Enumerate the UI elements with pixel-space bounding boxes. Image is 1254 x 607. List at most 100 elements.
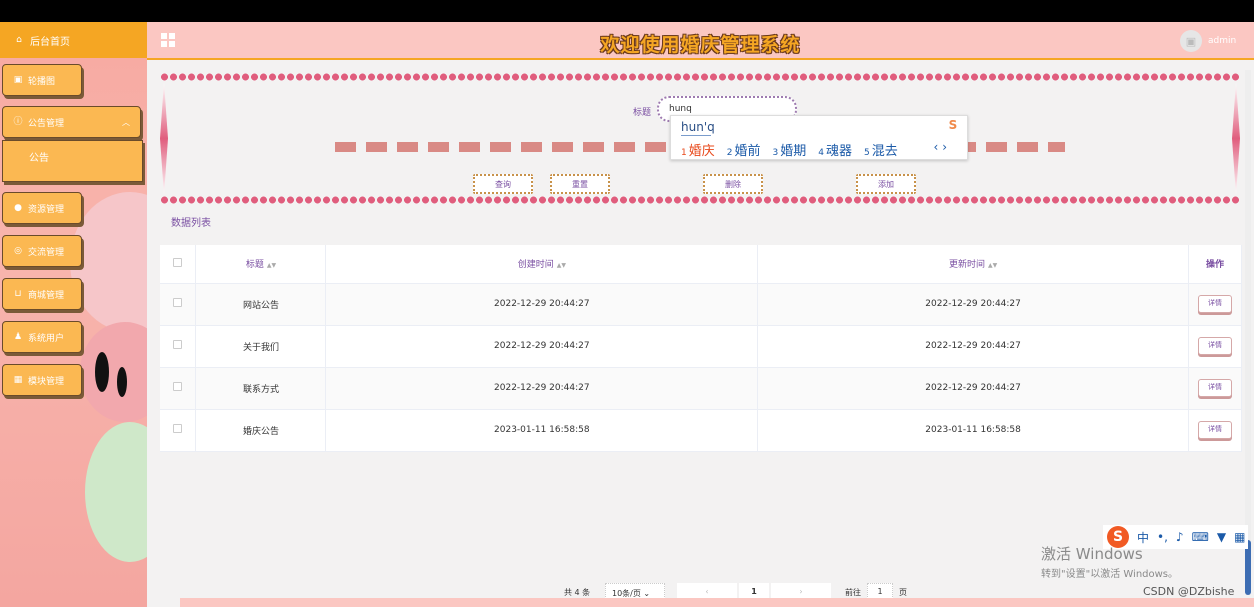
keyboard-icon[interactable]: ⌨ [1192,530,1209,544]
ime-candidate[interactable]: 2 婚前 [727,140,761,159]
sidebar-item-carousel[interactable]: ▣ 轮播图 [2,64,82,96]
sidebar-item-resource-management[interactable]: ● 资源管理 [2,192,82,224]
decorative-border-left [160,82,168,195]
sidebar-item-label: 资源管理 [28,204,65,215]
user-icon: ♟ [13,332,23,342]
sidebar-item-label: 交流管理 [28,247,65,258]
row-select-cell [160,367,197,410]
cell-updated: 2022-12-29 20:44:27 [757,325,1189,368]
sidebar-item-label: 轮播图 [28,76,56,87]
select-all-checkbox[interactable] [173,257,183,267]
punctuation-icon[interactable]: •, [1157,530,1168,544]
column-header-created[interactable]: 创建时间 ▲▼ [325,245,759,284]
goto-label: 前往 [845,588,861,597]
bottom-decor-strip [180,598,1254,607]
apps-icon[interactable]: ▦ [1234,530,1245,544]
detail-button[interactable]: 详情 [1197,337,1232,355]
table-row: 联系方式 2022-12-29 20:44:27 2022-12-29 20:4… [160,367,1243,410]
cell-action: 详情 [1188,367,1243,410]
shirt-icon[interactable]: ▼ [1217,530,1226,544]
decorative-border-top [160,72,1240,82]
reset-button[interactable]: 重置 [550,174,610,194]
sidebar-item-notice-management[interactable]: ⓘ 公告管理 ︿ [2,106,141,138]
row-select-cell [160,283,197,326]
query-button[interactable]: 查询 [473,174,533,194]
ime-candidate[interactable]: 4 魂器 [818,140,852,159]
cell-created: 2023-01-11 16:58:58 [325,409,759,452]
sidebar-item-shop-management[interactable]: ⊔ 商城管理 [2,278,82,310]
sidebar-item-communication-management[interactable]: ◎ 交流管理 [2,235,82,267]
ime-candidate-popup: hun'q S 1 婚庆 2 婚前 3 婚期 4 魂器 5 混去 ‹ › [670,115,968,160]
cart-icon: ⊔ [14,289,22,299]
chevron-up-icon: ︿ [122,117,130,127]
background-pig-eye [95,352,109,392]
sidebar-item-label: 商城管理 [28,290,65,301]
cell-title: 网站公告 [195,283,327,326]
detail-button[interactable]: 详情 [1197,379,1232,397]
table-row: 关于我们 2022-12-29 20:44:27 2022-12-29 20:4… [160,325,1243,368]
row-checkbox[interactable] [173,340,183,349]
column-header-title[interactable]: 标题 ▲▼ [195,245,327,284]
chevron-right-icon[interactable]: › [942,140,947,154]
image-icon: ▣ [1185,34,1197,48]
select-all-cell [160,245,197,284]
avatar[interactable]: ▣ [1180,30,1202,52]
cell-updated: 2022-12-29 20:44:27 [757,283,1189,326]
ime-pinyin: hun'q [681,120,715,134]
sort-icon[interactable]: ▲▼ [988,262,997,269]
data-list-title: 数据列表 [171,218,211,229]
cell-action: 详情 [1188,409,1243,452]
ime-page-nav[interactable]: ‹ › [934,140,947,154]
image-icon: ▣ [13,75,23,85]
ime-candidates: 1 婚庆 2 婚前 3 婚期 4 魂器 5 混去 [681,140,898,159]
detail-button[interactable]: 详情 [1197,295,1232,313]
row-checkbox[interactable] [173,298,183,307]
sidebar-item-module-management[interactable]: ▦ 模块管理 [2,364,82,396]
sidebar-subitem-notice[interactable]: 公告 [2,140,143,182]
ime-candidate[interactable]: 1 婚庆 [681,140,715,159]
chevron-left-icon: ‹ [705,587,709,596]
username[interactable]: admin [1208,36,1236,46]
goto-page-suffix: 页 [899,588,907,597]
sidebar-item-label: 系统用户 [28,333,65,344]
lightbulb-icon: ● [14,203,22,213]
sort-icon[interactable]: ▲▼ [267,262,276,269]
cell-title: 关于我们 [195,325,327,368]
sidebar-home[interactable]: ⌂ 后台首页 [0,22,147,58]
sidebar-item-system-users[interactable]: ♟ 系统用户 [2,321,82,353]
cell-title: 婚庆公告 [195,409,327,452]
background-pig-snout [80,322,147,422]
search-title-label: 标题 [633,108,652,118]
top-header: 欢迎使用婚庆管理系统 ▣ admin [147,22,1254,60]
cell-updated: 2022-12-29 20:44:27 [757,367,1189,410]
vertical-scrollbar[interactable] [1245,70,1251,595]
windows-activation-hint: 转到"设置"以激活 Windows。 [1041,569,1179,580]
column-header-updated[interactable]: 更新时间 ▲▼ [757,245,1189,284]
cell-created: 2022-12-29 20:44:27 [325,367,759,410]
chevron-right-icon: › [799,587,803,596]
table-header-row: 标题 ▲▼ 创建时间 ▲▼ 更新时间 ▲▼ 操作 [160,245,1243,284]
row-select-cell [160,325,197,368]
delete-button[interactable]: 删除 [703,174,763,194]
chevron-down-icon: ⌄ [643,589,651,598]
row-select-cell [160,409,197,452]
cell-created: 2022-12-29 20:44:27 [325,325,759,368]
chevron-left-icon[interactable]: ‹ [934,140,939,154]
search-panel: 标题 hun'q S 1婚庆 2婚前 3婚期 4魂器 5混去 ‹ › 查询 重置… [160,72,1240,205]
ime-candidate[interactable]: 5 混去 [864,140,898,159]
row-checkbox[interactable] [173,382,183,391]
add-button[interactable]: 添加 [856,174,916,194]
background-pig-eye [117,367,127,397]
row-checkbox[interactable] [173,424,183,433]
sort-icon[interactable]: ▲▼ [557,262,566,269]
detail-button[interactable]: 详情 [1197,421,1232,439]
table-row: 网站公告 2022-12-29 20:44:27 2022-12-29 20:4… [160,283,1243,326]
home-icon: ⌂ [16,35,22,45]
decorative-border-bottom [160,195,1240,205]
sogou-logo-icon: S [948,118,958,132]
data-table: 标题 ▲▼ 创建时间 ▲▼ 更新时间 ▲▼ 操作 网站公告 2022-12-29 20… [160,245,1243,452]
decorative-border-right [1232,82,1240,195]
microphone-icon[interactable]: ♪ [1176,530,1184,544]
ime-candidate[interactable]: 3 婚期 [773,140,807,159]
site-title: 欢迎使用婚庆管理系统 [600,34,801,56]
